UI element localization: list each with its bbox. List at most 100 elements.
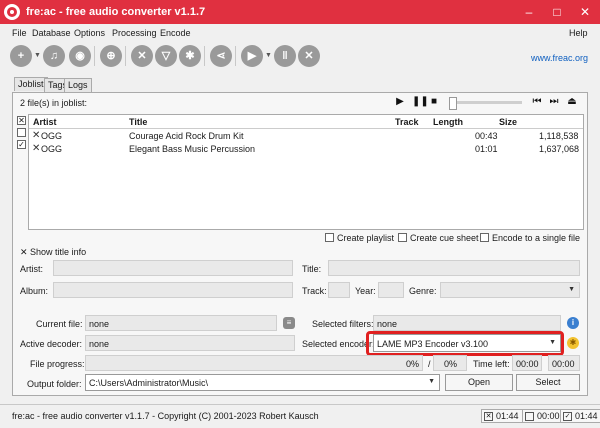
add-files-icon[interactable]: +	[10, 45, 32, 67]
pause-icon[interactable]: ‖	[274, 45, 296, 67]
file-progress-label: File progress:	[30, 359, 85, 369]
close-button[interactable]: ✕	[576, 3, 594, 21]
show-title-info-toggle[interactable]: ✕ Show title info	[20, 247, 86, 258]
create-playlist-checkbox[interactable]	[325, 233, 334, 242]
remove-icon[interactable]: ✕	[131, 45, 153, 67]
menu-help[interactable]: Help	[569, 28, 588, 38]
row-unchecked-icon[interactable]: ✕	[32, 143, 40, 155]
info-icon[interactable]: i	[567, 317, 579, 329]
share-icon[interactable]: ⋖	[210, 45, 232, 67]
genre-label: Genre:	[409, 286, 437, 296]
eject-icon[interactable]: ⏏	[567, 96, 577, 108]
pause-track-icon[interactable]: ❚❚	[412, 96, 429, 108]
show-title-info-label: Show title info	[30, 247, 87, 257]
single-file-checkbox[interactable]	[480, 233, 489, 242]
select-button[interactable]: Select	[516, 374, 580, 391]
create-cuesheet-checkbox[interactable]	[398, 233, 407, 242]
time-left-field: 00:00	[512, 355, 542, 371]
output-folder-label: Output folder:	[27, 379, 82, 389]
checkmark-icon: ✓	[563, 412, 572, 421]
time-total-field: 00:00	[548, 355, 580, 371]
stop-track-icon[interactable]: ■	[429, 96, 439, 108]
artist-label: Artist:	[20, 264, 44, 274]
time-selected: ✓ 01:44	[560, 409, 600, 423]
progress-separator: /	[428, 359, 431, 369]
create-cuesheet-label: Create cue sheet	[410, 233, 479, 243]
table-header: Artist Title Track Length Size	[29, 115, 583, 129]
create-cuesheet-option[interactable]: Create cue sheet	[398, 233, 479, 243]
col-title[interactable]: Title	[129, 117, 147, 127]
maximize-button[interactable]: □	[548, 3, 566, 21]
col-artist[interactable]: Artist	[33, 117, 57, 127]
time-unselected-value: 00:00	[537, 411, 560, 421]
stop-icon[interactable]: ✕	[298, 45, 320, 67]
toolbar: + ▼ ♫ ◉ ⊕ ✕ ▽ ✱ ⋖ ▶ ▼ ‖ ✕	[0, 42, 600, 70]
time-left-value: 00:00	[516, 359, 539, 369]
toolbar-separator	[204, 46, 205, 66]
current-file-icon[interactable]: ≡	[283, 317, 295, 329]
menu-file[interactable]: File	[12, 28, 27, 38]
previous-track-icon[interactable]: ⏮	[532, 96, 542, 108]
create-playlist-option[interactable]: Create playlist	[325, 233, 394, 243]
selected-filters-label: Selected filters:	[312, 319, 374, 329]
cell-title: Elegant Bass Music Percussion	[129, 144, 256, 154]
menu-database[interactable]: Database	[32, 28, 71, 38]
selected-filters-field: none	[373, 315, 561, 331]
current-file-label: Current file:	[36, 319, 83, 329]
col-track[interactable]: Track	[395, 117, 419, 127]
encoder-config-icon[interactable]: ✱	[567, 337, 579, 349]
toolbar-separator	[125, 46, 126, 66]
time-total-value: 00:00	[552, 359, 575, 369]
select-all-checkbox[interactable]: ✕	[17, 116, 26, 125]
cell-artist: OGG	[41, 144, 63, 154]
play-icon[interactable]: ▶	[241, 45, 263, 67]
cell-artist: OGG	[41, 131, 63, 141]
add-folder-icon[interactable]: ♫	[43, 45, 65, 67]
album-field[interactable]	[53, 282, 293, 298]
table-row[interactable]: ✕ OGG Elegant Bass Music Percussion 01:0…	[29, 143, 583, 156]
config-icon[interactable]: ✱	[179, 45, 201, 67]
time-total-value: 01:44	[496, 411, 519, 421]
select-none-checkbox[interactable]	[17, 128, 26, 137]
table-row[interactable]: ✕ OGG Courage Acid Rock Drum Kit 00:43 1…	[29, 130, 583, 143]
cddb-icon[interactable]: ⊕	[100, 45, 122, 67]
tab-logs[interactable]: Logs	[64, 78, 92, 92]
genre-select[interactable]: ▼	[440, 282, 580, 298]
cd-icon[interactable]: ◉	[69, 45, 91, 67]
play-menu-arrow-icon[interactable]: ▼	[265, 45, 272, 67]
file-progress-value: 0%	[406, 359, 420, 369]
total-progress-value: 0%	[444, 359, 458, 369]
website-link[interactable]: www.freac.org	[531, 53, 588, 63]
year-field[interactable]	[378, 282, 404, 298]
playback-seek-slider[interactable]	[449, 97, 522, 110]
title-field[interactable]	[328, 260, 580, 276]
open-button[interactable]: Open	[445, 374, 513, 391]
col-size[interactable]: Size	[499, 117, 517, 127]
play-track-icon[interactable]: ▶	[395, 96, 405, 108]
status-bar: fre:ac - free audio converter v1.1.7 - C…	[0, 404, 600, 428]
row-unchecked-icon[interactable]: ✕	[32, 130, 40, 142]
checked-icon: ✕	[484, 412, 493, 421]
toggle-selection-checkbox[interactable]: ✓	[17, 140, 26, 149]
single-file-option[interactable]: Encode to a single file	[480, 233, 580, 243]
filter-icon[interactable]: ▽	[155, 45, 177, 67]
artist-field[interactable]	[53, 260, 293, 276]
menu-processing[interactable]: Processing	[112, 28, 157, 38]
single-file-label: Encode to a single file	[492, 233, 581, 243]
track-field[interactable]	[328, 282, 350, 298]
col-length[interactable]: Length	[433, 117, 463, 127]
output-folder-select[interactable]: C:\Users\Administrator\Music\ ▼	[85, 374, 440, 391]
create-playlist-label: Create playlist	[337, 233, 395, 243]
tab-joblist[interactable]: Joblist	[14, 77, 48, 91]
output-folder-value: C:\Users\Administrator\Music\	[89, 378, 209, 388]
menu-encode[interactable]: Encode	[160, 28, 191, 38]
file-progress-bar	[85, 355, 423, 371]
next-track-icon[interactable]: ⏭	[549, 96, 559, 108]
add-menu-arrow-icon[interactable]: ▼	[34, 45, 41, 67]
active-decoder-value: none	[89, 339, 110, 349]
minimize-button[interactable]: –	[520, 3, 538, 21]
app-logo-icon	[4, 4, 20, 20]
cell-length: 01:01	[475, 144, 498, 154]
joblist-count: 2 file(s) in joblist:	[20, 98, 88, 108]
menu-options[interactable]: Options	[74, 28, 105, 38]
